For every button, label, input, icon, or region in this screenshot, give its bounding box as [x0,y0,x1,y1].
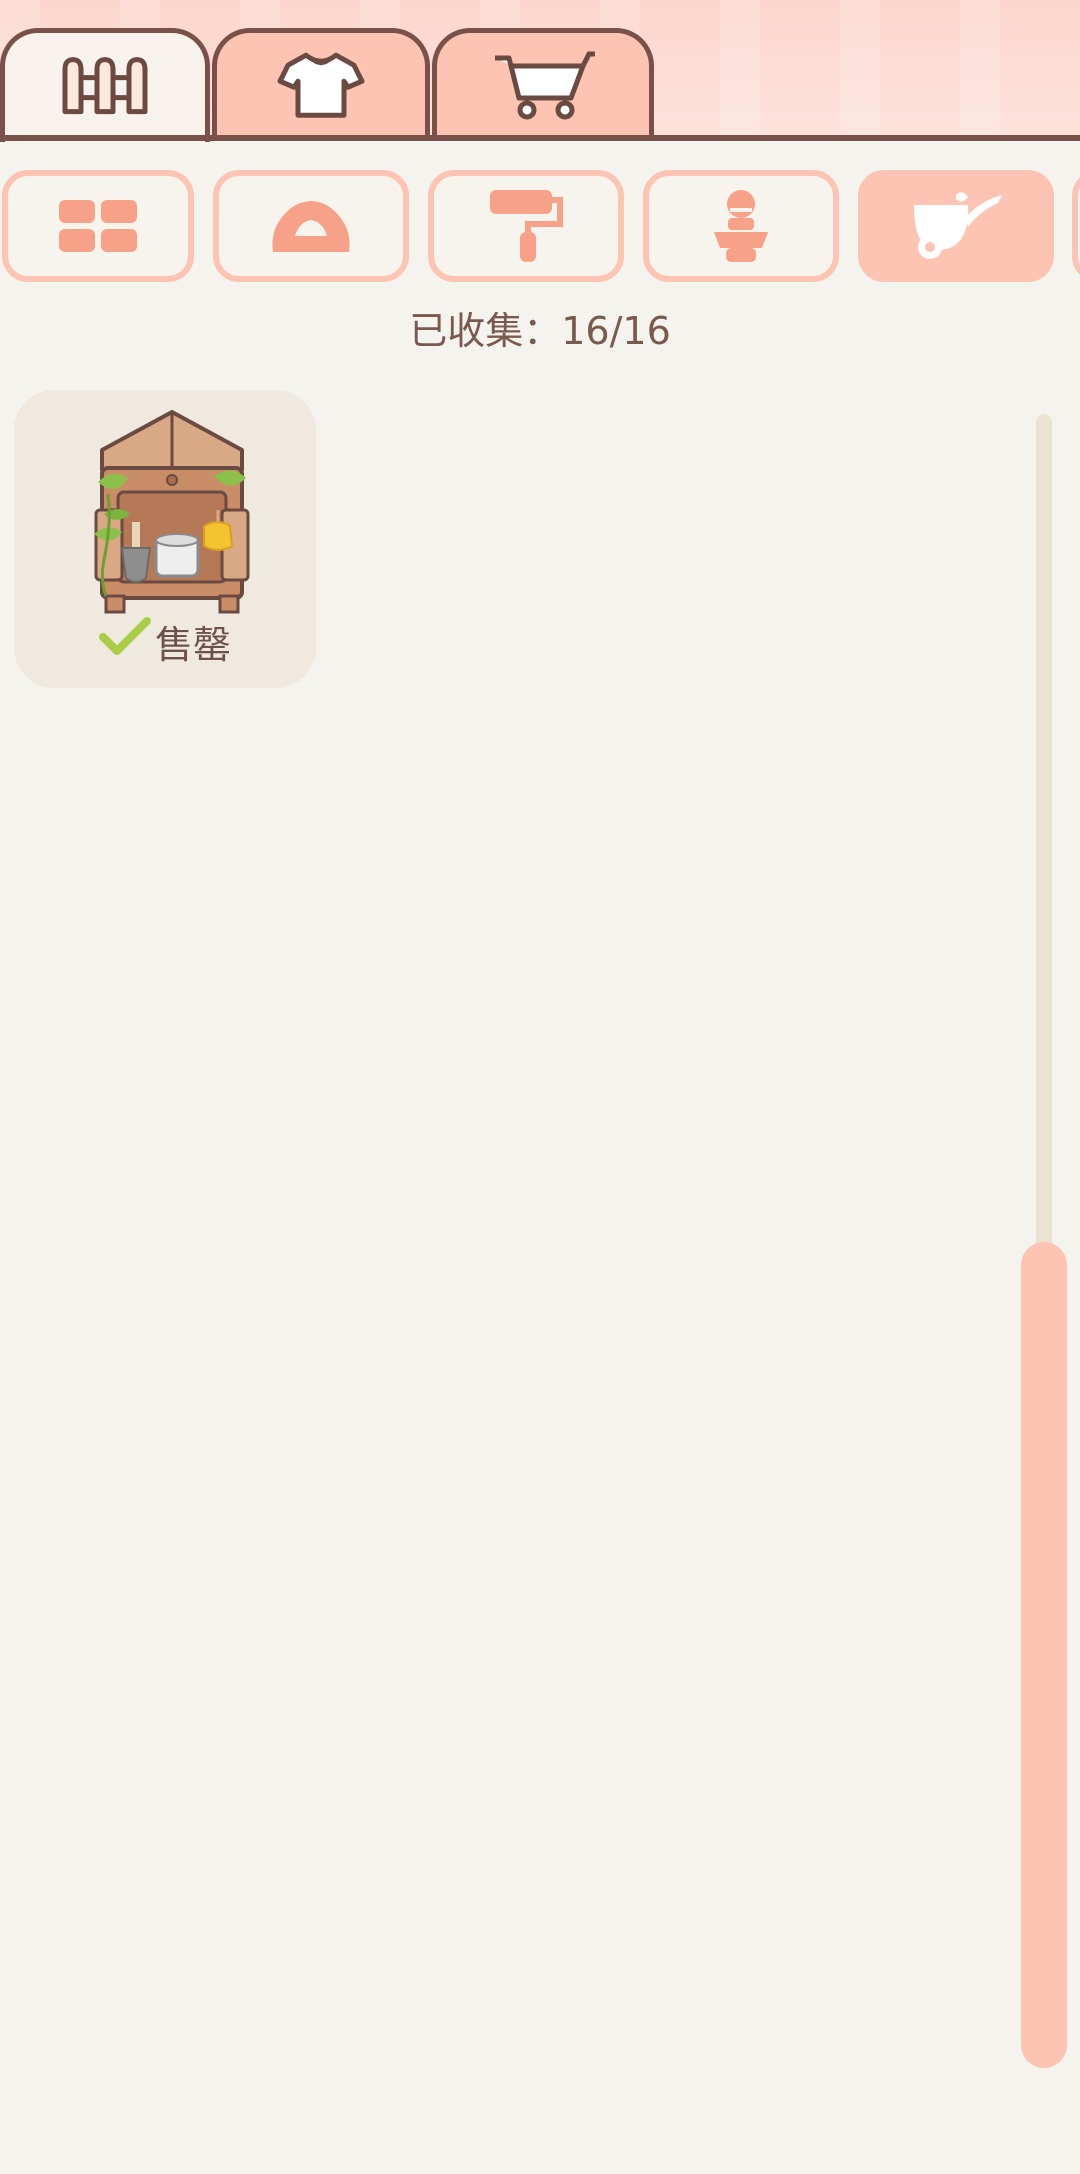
category-paint[interactable] [428,170,624,282]
cabinet-icon [94,410,250,620]
item-status: 售罄 [14,614,316,669]
item-status-label: 售罄 [154,623,231,667]
category-figure[interactable] [643,170,839,282]
collected-counter: 已收集：16/16 [409,309,671,353]
item-card[interactable]: 售罄 [14,390,316,688]
check-icon [98,617,151,666]
scrollbar-thumb[interactable] [1021,1242,1067,2068]
category-garden[interactable] [858,170,1054,282]
banner-divider [0,135,1080,141]
tab-clothes[interactable] [212,28,430,140]
tab-fence[interactable] [0,28,210,142]
category-grid[interactable] [2,170,194,282]
category-food[interactable] [213,170,409,282]
tab-shop[interactable] [432,28,654,140]
category-more[interactable] [1072,170,1080,282]
